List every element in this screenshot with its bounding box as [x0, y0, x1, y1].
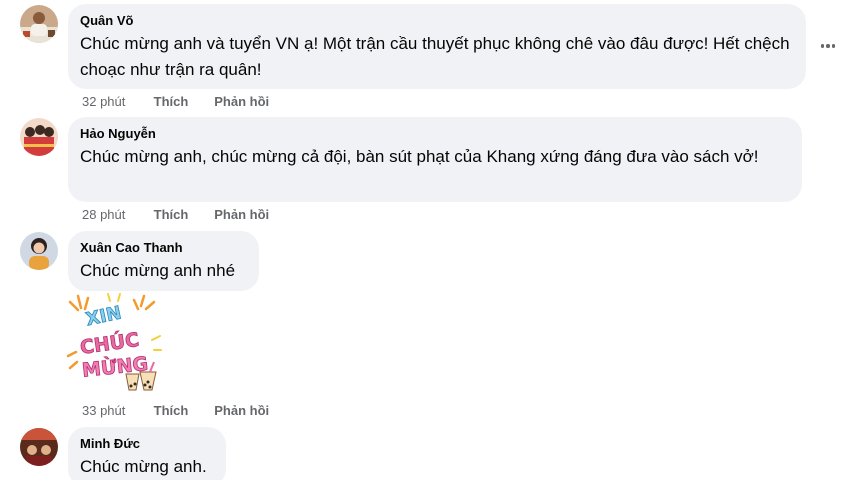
reply-button[interactable]: Phản hồi: [214, 94, 269, 110]
comment-bubble: Hảo Nguyễn Chúc mừng anh, chúc mừng cả đ…: [68, 117, 802, 202]
comment-text: Chúc mừng anh nhé: [80, 261, 236, 280]
author-name[interactable]: Xuân Cao Thanh: [80, 239, 247, 256]
author-name[interactable]: Quân Võ: [80, 12, 794, 29]
comment-bubble: Minh Đức Chúc mừng anh.: [68, 427, 226, 480]
avatar[interactable]: [20, 118, 58, 156]
avatar[interactable]: [20, 232, 58, 270]
author-name[interactable]: Hảo Nguyễn: [80, 125, 790, 142]
comment-actions: 33 phút Thích Phản hồi: [82, 403, 269, 419]
reply-button[interactable]: Phản hồi: [214, 207, 269, 223]
comment-actions: 32 phút Thích Phản hồi: [82, 94, 269, 110]
sticker-text-line1: XIN: [84, 302, 123, 330]
like-button[interactable]: Thích: [154, 403, 211, 419]
reply-button[interactable]: Phản hồi: [214, 403, 269, 419]
congratulations-sticker[interactable]: XIN CHÚC MỪNG: [64, 292, 164, 394]
comment-text: Chúc mừng anh, chúc mừng cả đội, bàn sút…: [80, 147, 759, 166]
author-name[interactable]: Minh Đức: [80, 435, 214, 452]
comment-bubble: Quân Võ Chúc mừng anh và tuyển VN ạ! Một…: [68, 4, 806, 89]
timestamp[interactable]: 32 phút: [82, 94, 150, 110]
more-horizontal-icon: [820, 44, 825, 48]
comment-actions: 28 phút Thích Phản hồi: [82, 207, 269, 223]
like-button[interactable]: Thích: [154, 207, 211, 223]
more-options-button[interactable]: [818, 36, 838, 56]
avatar[interactable]: [20, 428, 58, 466]
timestamp[interactable]: 28 phút: [82, 207, 150, 223]
comment-text: Chúc mừng anh.: [80, 457, 207, 476]
timestamp[interactable]: 33 phút: [82, 403, 150, 419]
avatar[interactable]: [20, 5, 58, 43]
like-button[interactable]: Thích: [154, 94, 211, 110]
comment-text: Chúc mừng anh và tuyển VN ạ! Một trận cầ…: [80, 34, 790, 79]
comment-bubble: Xuân Cao Thanh Chúc mừng anh nhé: [68, 231, 259, 291]
